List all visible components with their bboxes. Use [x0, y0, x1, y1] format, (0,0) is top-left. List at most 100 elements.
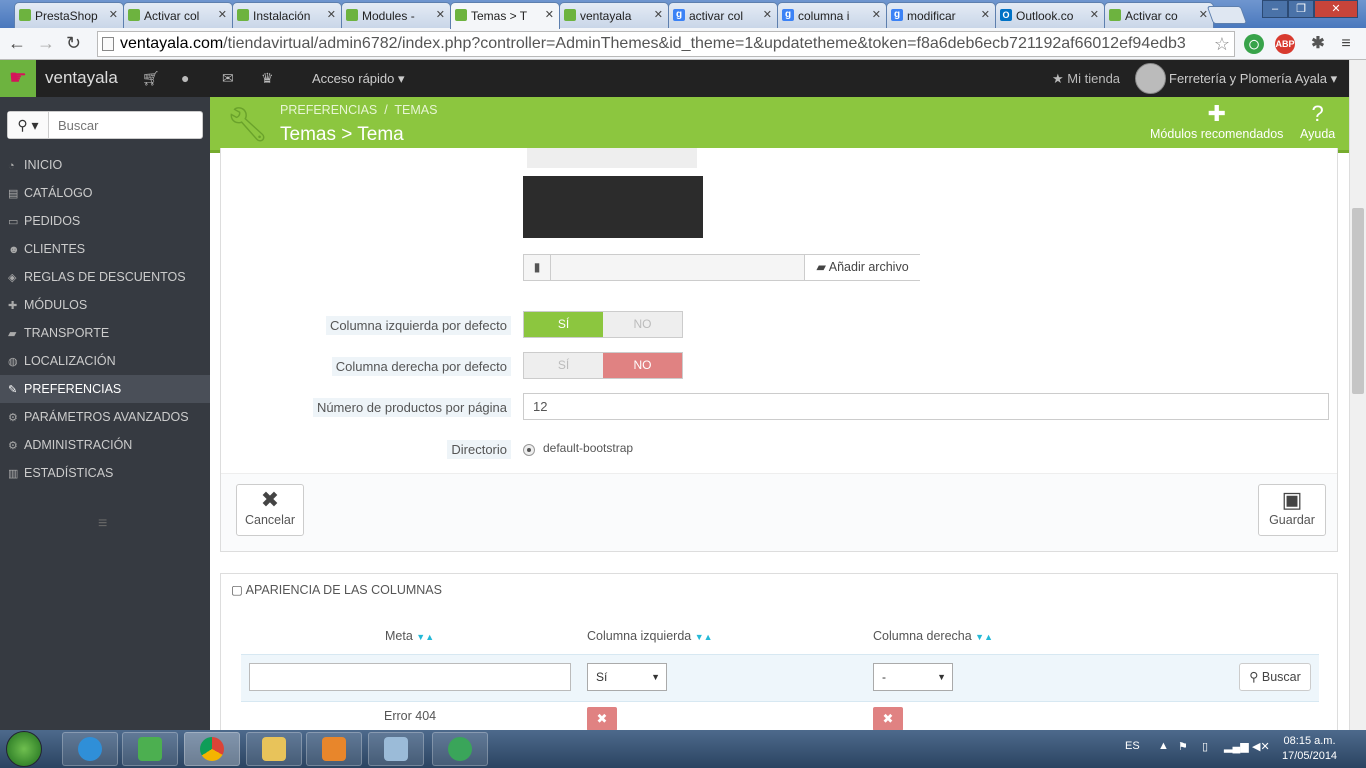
close-icon[interactable]: ✕: [436, 8, 445, 21]
right-column-switch[interactable]: SÍ NO: [523, 352, 683, 379]
page-scrollbar[interactable]: [1349, 60, 1366, 730]
signal-icon[interactable]: ▂▄▆: [1224, 740, 1249, 753]
column-header-meta[interactable]: Meta ▼▲: [385, 629, 434, 643]
left-column-filter-select[interactable]: Sí ▼: [587, 663, 667, 691]
sidebar-item-catalogo[interactable]: ▤ CATÁLOGO: [0, 179, 210, 207]
switch-yes[interactable]: SÍ: [524, 312, 603, 337]
browser-tab[interactable]: Modules - ✕: [341, 2, 451, 28]
column-header-right[interactable]: Columna derecha ▼▲: [873, 629, 993, 643]
cart-icon[interactable]: 🛒︎: [142, 70, 160, 87]
chrome-taskbar-icon[interactable]: [184, 732, 240, 766]
right-column-disabled-toggle[interactable]: ✖: [873, 707, 903, 731]
collapse-menu-icon[interactable]: ≡: [98, 515, 107, 533]
sidebar-item-reglas-descuentos[interactable]: ◈ REGLAS DE DESCUENTOS: [0, 263, 210, 291]
trophy-icon[interactable]: ♛: [261, 70, 274, 87]
browser-tab[interactable]: Activar co ✕: [1104, 2, 1214, 28]
browser-tab[interactable]: O Outlook.co ✕: [995, 2, 1105, 28]
close-icon[interactable]: ✕: [109, 8, 118, 21]
browser-tab[interactable]: g columna i ✕: [777, 2, 887, 28]
explorer-taskbar-icon[interactable]: [246, 732, 302, 766]
address-bar[interactable]: ventayala.com/tiendavirtual/admin6782/in…: [97, 31, 1235, 57]
close-icon[interactable]: ✕: [218, 8, 227, 21]
close-icon[interactable]: ✕: [981, 8, 990, 21]
menu-icon[interactable]: ≡: [1336, 34, 1356, 54]
close-icon[interactable]: ✕: [1199, 8, 1208, 21]
switch-no[interactable]: NO: [603, 312, 682, 337]
right-column-filter-select[interactable]: - ▼: [873, 663, 953, 691]
close-window-icon[interactable]: ✕: [1314, 0, 1358, 18]
clock[interactable]: 08:15 a.m. 17/05/2014: [1282, 734, 1337, 764]
save-button[interactable]: ▣ Guardar: [1258, 484, 1326, 536]
browser-tab[interactable]: g activar col ✕: [668, 2, 778, 28]
scrollbar-thumb[interactable]: [1352, 208, 1364, 394]
sidebar-item-parametros-avanzados[interactable]: ⚙ PARÁMETROS AVANZADOS: [0, 403, 210, 431]
add-file-button[interactable]: ▰ Añadir archivo: [804, 255, 920, 280]
sidebar-item-localizacion[interactable]: ◍ LOCALIZACIÓN: [0, 347, 210, 375]
sort-icon[interactable]: ▼▲: [695, 632, 713, 642]
user-icon[interactable]: ●: [181, 70, 189, 86]
language-indicator[interactable]: ES: [1125, 740, 1140, 752]
ie-taskbar-icon[interactable]: [62, 732, 118, 766]
volume-muted-icon[interactable]: ◀✕: [1252, 740, 1270, 753]
search-input[interactable]: [50, 112, 200, 138]
meta-filter-input[interactable]: [249, 663, 571, 691]
close-icon[interactable]: ✕: [545, 8, 554, 21]
sort-icon[interactable]: ▼▲: [975, 632, 993, 642]
left-column-switch[interactable]: SÍ NO: [523, 311, 683, 338]
search-button[interactable]: ⚲ Buscar: [1239, 663, 1311, 691]
extension-icon[interactable]: ◯: [1244, 34, 1264, 54]
quick-access-dropdown[interactable]: Acceso rápido ▾: [312, 71, 405, 87]
sidebar-item-modulos[interactable]: ✚ MÓDULOS: [0, 291, 210, 319]
shop-name[interactable]: ventayala: [45, 68, 118, 88]
notepad-taskbar-icon[interactable]: [368, 732, 424, 766]
sidebar-item-preferencias[interactable]: ✎ PREFERENCIAS: [0, 375, 210, 403]
device-icon[interactable]: ▯: [1202, 740, 1208, 753]
my-shop-link[interactable]: ★ Mi tienda: [1052, 71, 1120, 87]
browser-tab-active[interactable]: Temas > T ✕: [450, 2, 560, 29]
flag-icon[interactable]: ⚑: [1178, 740, 1188, 753]
browser-tab[interactable]: g modificar ✕: [886, 2, 996, 28]
left-column-disabled-toggle[interactable]: ✖: [587, 707, 617, 731]
sidebar-item-pedidos[interactable]: ▭ PEDIDOS: [0, 207, 210, 235]
close-icon[interactable]: ✕: [327, 8, 336, 21]
sort-icon[interactable]: ▼▲: [416, 632, 434, 642]
media-taskbar-icon[interactable]: [306, 732, 362, 766]
bookmark-star-icon[interactable]: ☆: [1214, 32, 1230, 56]
reload-icon[interactable]: ↻: [66, 33, 81, 54]
show-hidden-icons-icon[interactable]: ▲: [1158, 740, 1169, 752]
browser-tab[interactable]: ventayala ✕: [559, 2, 669, 28]
help-button[interactable]: ? Ayuda: [1300, 101, 1335, 141]
close-icon[interactable]: ✕: [763, 8, 772, 21]
employee-menu[interactable]: Ferretería y Plomería Ayala ▾: [1169, 71, 1337, 87]
sidebar-item-estadisticas[interactable]: ▥ ESTADÍSTICAS: [0, 459, 210, 487]
cancel-button[interactable]: ✖ Cancelar: [236, 484, 304, 536]
forward-icon[interactable]: →: [37, 33, 55, 54]
extension-bug-icon[interactable]: ✱: [1308, 34, 1328, 54]
directory-radio[interactable]: [523, 444, 535, 456]
sidebar-item-transporte[interactable]: ▰ TRANSPORTE: [0, 319, 210, 347]
sidebar-item-clientes[interactable]: ☻ CLIENTES: [0, 235, 210, 263]
sidebar-item-administracion[interactable]: ⚙ ADMINISTRACIÓN: [0, 431, 210, 459]
envelope-icon[interactable]: ✉: [222, 70, 234, 87]
app-taskbar-icon[interactable]: [122, 732, 178, 766]
search-type-dropdown[interactable]: ⚲ ▾: [8, 112, 49, 138]
close-icon[interactable]: ✕: [872, 8, 881, 21]
switch-yes[interactable]: SÍ: [524, 353, 603, 378]
browser-tab[interactable]: Activar col ✕: [123, 2, 233, 28]
close-icon[interactable]: ✕: [1090, 8, 1099, 21]
network-taskbar-icon[interactable]: [432, 732, 488, 766]
new-tab-button[interactable]: [1206, 6, 1248, 24]
prestashop-logo[interactable]: ☛: [0, 60, 36, 97]
back-icon[interactable]: ←: [8, 33, 26, 54]
maximize-icon[interactable]: ❐: [1288, 0, 1314, 18]
close-icon[interactable]: ✕: [654, 8, 663, 21]
sidebar-item-inicio[interactable]: ◔ INICIO: [0, 151, 210, 179]
browser-tab[interactable]: PrestaShop ✕: [14, 2, 124, 28]
recommended-modules-button[interactable]: ✚ Módulos recomendados: [1150, 101, 1283, 141]
avatar[interactable]: [1135, 63, 1166, 94]
adblock-icon[interactable]: ABP: [1275, 34, 1295, 54]
column-header-left[interactable]: Columna izquierda ▼▲: [587, 629, 713, 643]
minimize-icon[interactable]: –: [1262, 0, 1288, 18]
browser-tab[interactable]: Instalación ✕: [232, 2, 342, 28]
products-per-page-input[interactable]: 12: [523, 393, 1329, 420]
